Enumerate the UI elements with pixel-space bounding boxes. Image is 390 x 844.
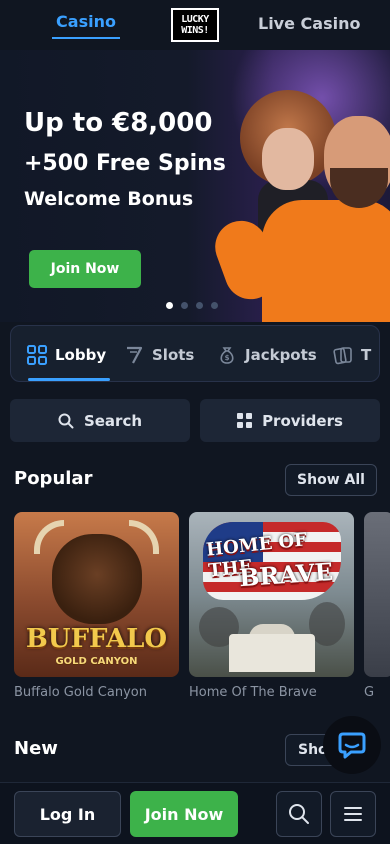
search-icon [289, 804, 309, 824]
lucky-wins-logo[interactable]: LUCKY WINS! [171, 8, 219, 42]
new-section-title: New [14, 738, 58, 759]
top-bar: Casino LUCKY WINS! Live Casino [0, 0, 390, 50]
providers-label: Providers [262, 411, 343, 430]
category-label: T [361, 345, 372, 364]
game-name[interactable]: Buffalo Gold Canyon [14, 685, 147, 700]
join-now-button[interactable]: Join Now [130, 791, 238, 837]
providers-button[interactable]: Providers [200, 399, 380, 442]
search-button[interactable]: Search [10, 399, 190, 442]
login-button[interactable]: Log In [14, 791, 121, 837]
live-chat-button[interactable] [323, 716, 381, 774]
menu-button[interactable] [330, 791, 376, 837]
bison-graphic [52, 534, 142, 624]
game-name[interactable]: Home Of The Brave [189, 685, 317, 700]
chat-icon [338, 732, 366, 759]
hero-subheadline: +500 Free Spins [24, 151, 226, 176]
hero-join-now-button[interactable]: Join Now [29, 250, 141, 288]
game-name[interactable]: G [364, 685, 374, 700]
money-bag-icon: $ [220, 346, 234, 364]
white-house-graphic [229, 634, 315, 672]
logo-line-2: WINS! [181, 25, 209, 36]
search-icon [58, 413, 74, 428]
woman-face-graphic [262, 128, 314, 190]
svg-text:$: $ [225, 354, 230, 362]
grid-icon [27, 344, 47, 365]
category-label: Lobby [55, 345, 107, 364]
hero-tagline: Welcome Bonus [24, 188, 194, 210]
category-jackpots[interactable]: $ Jackpots [217, 326, 317, 381]
game-tile-home-of-the-brave[interactable]: HOME OF THE BRAVE [189, 512, 354, 677]
carousel-dot[interactable] [181, 302, 188, 309]
tab-casino[interactable]: Casino [52, 12, 120, 39]
tab-live-casino[interactable]: Live Casino [258, 14, 360, 33]
category-label: Jackpots [245, 345, 317, 364]
category-lobby[interactable]: Lobby [27, 326, 107, 381]
hero-headline: Up to €8,000 [24, 108, 213, 138]
man-sweater-graphic [262, 200, 390, 322]
popular-show-all-button[interactable]: Show All [285, 464, 377, 496]
game-art-title: BUFFALO [25, 624, 168, 654]
hamburger-menu-icon [344, 807, 362, 821]
category-nav: Lobby Slots $ Jackpots T [10, 325, 380, 382]
category-label: Slots [152, 345, 195, 364]
game-tile-buffalo-gold-canyon[interactable]: BUFFALO GOLD CANYON [14, 512, 179, 677]
game-art-subtitle: GOLD CANYON [55, 656, 138, 667]
logo-line-1: LUCKY [181, 14, 209, 25]
search-icon-button[interactable] [276, 791, 322, 837]
carousel-dots [166, 302, 218, 309]
providers-grid-icon [237, 413, 253, 428]
hero-banner[interactable]: Up to €8,000 +500 Free Spins Welcome Bon… [0, 50, 390, 322]
cards-icon [333, 346, 352, 364]
carousel-dot[interactable] [166, 302, 173, 309]
search-label: Search [83, 411, 143, 430]
popular-title: Popular [14, 468, 93, 489]
game-tile-partial[interactable] [364, 512, 390, 677]
category-table[interactable]: T [333, 326, 372, 381]
carousel-dot[interactable] [196, 302, 203, 309]
bottom-bar: Log In Join Now [0, 782, 390, 844]
seven-icon [127, 346, 143, 364]
carousel-dot[interactable] [211, 302, 218, 309]
active-category-indicator [28, 378, 110, 381]
category-slots[interactable]: Slots [124, 326, 195, 381]
